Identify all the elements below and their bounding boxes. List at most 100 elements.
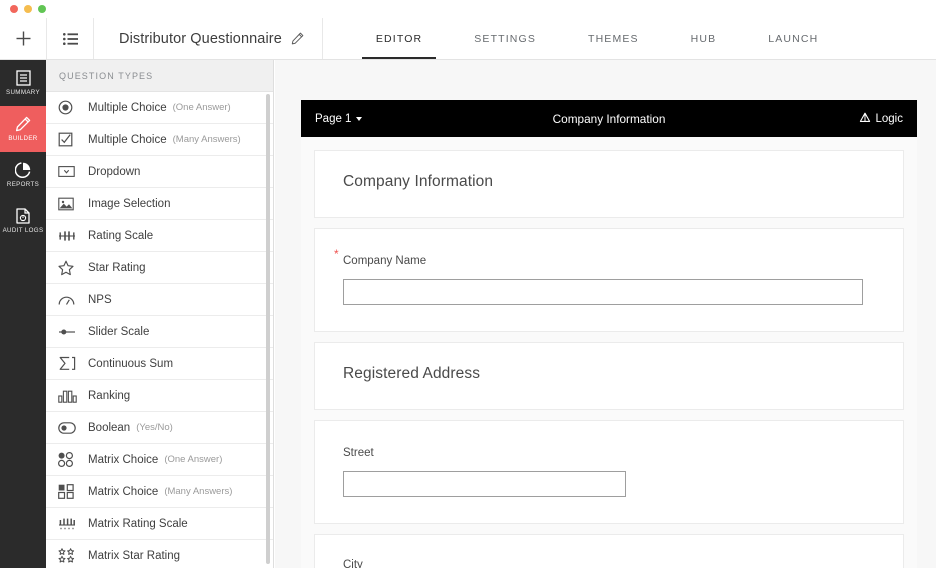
window-close-button[interactable] — [10, 5, 18, 13]
question-type-label: Multiple Choice — [88, 134, 167, 146]
pencil-icon[interactable] — [291, 32, 304, 45]
question-type-label: Rating Scale — [88, 230, 153, 242]
rail-item-summary[interactable]: SUMMARY — [0, 60, 46, 106]
question-type-label: Continuous Sum — [88, 358, 173, 370]
tab-hub-label: HUB — [691, 33, 717, 45]
main-tabs: EDITOR SETTINGS THEMES HUB LAUNCH — [350, 18, 844, 59]
question-type-sublabel: (One Answer) — [164, 454, 222, 465]
tab-editor-label: EDITOR — [376, 33, 422, 45]
page-selector-label: Page 1 — [315, 113, 351, 125]
rating-scale-icon — [58, 229, 88, 243]
form-field-city: City — [315, 535, 903, 568]
question-type-matrix-choice-one[interactable]: Matrix Choice (One Answer) — [46, 444, 273, 476]
pie-chart-icon — [15, 161, 31, 179]
question-type-boolean[interactable]: Boolean (Yes/No) — [46, 412, 273, 444]
tab-themes[interactable]: THEMES — [562, 18, 665, 59]
sigma-icon — [58, 356, 88, 371]
chevron-down-icon — [356, 117, 362, 121]
question-type-matrix-rating-scale[interactable]: Matrix Rating Scale — [46, 508, 273, 540]
tab-launch-label: LAUNCH — [768, 33, 818, 45]
file-clock-icon — [16, 207, 30, 225]
list-menu-icon — [63, 33, 78, 45]
matrix-checkbox-icon — [58, 484, 88, 499]
question-type-label: Boolean — [88, 422, 130, 434]
page-selector[interactable]: Page 1 — [315, 113, 362, 125]
rail-item-builder-label: BUILDER — [8, 136, 37, 142]
add-button[interactable] — [0, 18, 47, 59]
question-type-label: Slider Scale — [88, 326, 149, 338]
question-type-sublabel: (Many Answers) — [164, 486, 232, 497]
rail-item-reports[interactable]: REPORTS — [0, 152, 46, 198]
app-window: Distributor Questionnaire EDITOR SETTING… — [0, 0, 936, 568]
matrix-rating-icon — [58, 517, 88, 531]
form-field-card[interactable]: Street — [314, 420, 904, 524]
question-type-label: NPS — [88, 294, 112, 306]
survey-title-group: Distributor Questionnaire — [94, 18, 323, 59]
menu-button[interactable] — [47, 18, 94, 59]
question-type-nps[interactable]: NPS — [46, 284, 273, 316]
question-type-multiple-choice-many[interactable]: Multiple Choice (Many Answers) — [46, 124, 273, 156]
company-name-input[interactable] — [343, 279, 863, 305]
form-canvas: Page 1 Company Information Logic Company… — [275, 60, 936, 568]
app-header: Distributor Questionnaire EDITOR SETTING… — [0, 18, 936, 60]
matrix-star-icon — [58, 548, 88, 563]
form-field-company-name: * Company Name — [315, 229, 903, 331]
street-input[interactable] — [343, 471, 626, 497]
question-type-sublabel: (Yes/No) — [136, 422, 173, 433]
bars-icon — [58, 389, 88, 403]
question-types-heading: QUESTION TYPES — [46, 60, 273, 92]
rail-item-summary-label: SUMMARY — [6, 90, 40, 96]
form-toolbar: Page 1 Company Information Logic — [301, 100, 917, 137]
form-section-header: Registered Address — [315, 343, 903, 409]
form-field-street: Street — [315, 421, 903, 523]
form-body: Company Information * Company Name Regis… — [301, 137, 917, 568]
rail-item-reports-label: REPORTS — [7, 182, 39, 188]
rail-item-audit-logs[interactable]: AUDIT LOGS — [0, 198, 46, 244]
left-nav-rail: SUMMARY BUILDER REPORTS — [0, 60, 46, 568]
question-type-rating-scale[interactable]: Rating Scale — [46, 220, 273, 252]
form-field-card[interactable]: * Company Name — [314, 228, 904, 332]
question-type-star-rating[interactable]: Star Rating — [46, 252, 273, 284]
required-asterisk: * — [334, 248, 339, 260]
window-titlebar — [0, 0, 936, 18]
question-type-matrix-star-rating[interactable]: Matrix Star Rating — [46, 540, 273, 568]
tab-themes-label: THEMES — [588, 33, 639, 45]
tab-hub[interactable]: HUB — [665, 18, 743, 59]
checkbox-icon — [58, 132, 88, 147]
question-type-slider-scale[interactable]: Slider Scale — [46, 316, 273, 348]
question-type-matrix-choice-many[interactable]: Matrix Choice (Many Answers) — [46, 476, 273, 508]
question-type-label: Matrix Choice — [88, 454, 158, 466]
question-types-panel: QUESTION TYPES Multiple Choice (One Answ… — [46, 60, 274, 568]
question-types-scrollbar[interactable] — [266, 94, 270, 564]
question-types-list: Multiple Choice (One Answer) Multiple Ch… — [46, 92, 273, 568]
field-label: Street — [343, 447, 374, 459]
tab-launch[interactable]: LAUNCH — [742, 18, 844, 59]
star-icon — [58, 260, 88, 276]
page-title: Distributor Questionnaire — [119, 31, 282, 47]
question-type-continuous-sum[interactable]: Continuous Sum — [46, 348, 273, 380]
question-type-image-selection[interactable]: Image Selection — [46, 188, 273, 220]
question-type-sublabel: (One Answer) — [173, 102, 231, 113]
logic-button[interactable]: Logic — [859, 112, 904, 126]
question-type-ranking[interactable]: Ranking — [46, 380, 273, 412]
toggle-icon — [58, 422, 88, 434]
logic-button-label: Logic — [876, 113, 904, 125]
question-type-label: Star Rating — [88, 262, 146, 274]
form-section-card[interactable]: Registered Address — [314, 342, 904, 410]
form-field-card[interactable]: City — [314, 534, 904, 568]
field-label: City — [343, 559, 363, 568]
window-minimize-button[interactable] — [24, 5, 32, 13]
question-type-multiple-choice-one[interactable]: Multiple Choice (One Answer) — [46, 92, 273, 124]
logic-branch-icon — [859, 112, 871, 126]
question-type-dropdown[interactable]: Dropdown — [46, 156, 273, 188]
tab-editor[interactable]: EDITOR — [350, 18, 448, 59]
tab-settings[interactable]: SETTINGS — [448, 18, 562, 59]
question-type-label: Multiple Choice — [88, 102, 167, 114]
field-label: * Company Name — [343, 255, 426, 267]
form-section-card[interactable]: Company Information — [314, 150, 904, 218]
rail-item-builder[interactable]: BUILDER — [0, 106, 46, 152]
window-zoom-button[interactable] — [38, 5, 46, 13]
gauge-icon — [58, 294, 88, 306]
pencil-icon — [15, 115, 31, 133]
form-section-header: Company Information — [315, 151, 903, 217]
